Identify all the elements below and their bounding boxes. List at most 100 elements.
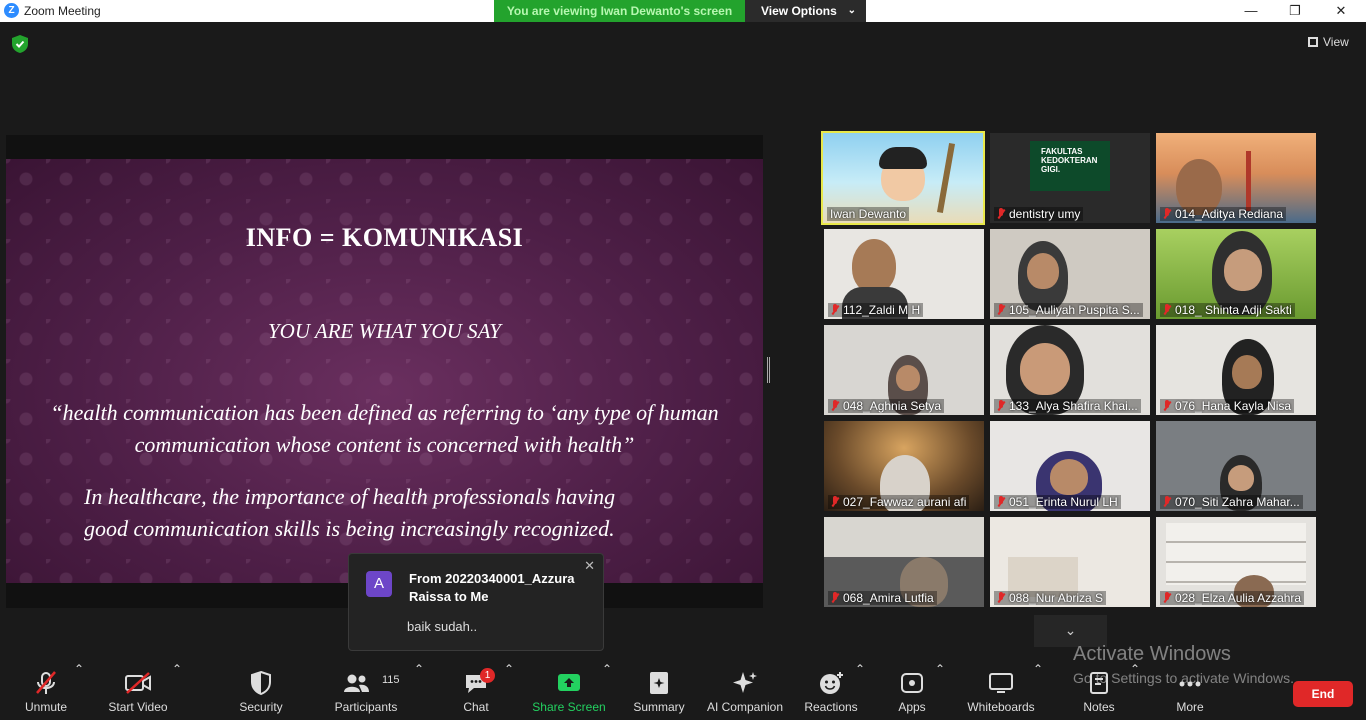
slide-body-line-1: In healthcare, the importance of health … [84, 484, 616, 509]
meeting-toolbar: Unmute ⌃ Start Video ⌃ Security 115 Part… [0, 662, 1366, 720]
participant-tile[interactable]: 070_Siti Zahra Mahar... [1156, 421, 1316, 511]
participant-tile[interactable]: 133_Alya Shafira Khai... [990, 325, 1150, 415]
participant-tile[interactable]: 105_Auliyah Puspita S... [990, 229, 1150, 319]
participant-name: dentistry umy [994, 207, 1084, 221]
start-video-button[interactable]: Start Video [104, 662, 172, 720]
participant-face [1020, 343, 1070, 395]
share-screen-icon [558, 674, 580, 691]
minimize-button[interactable]: — [1228, 0, 1274, 22]
maximize-button[interactable]: ❐ [1272, 0, 1318, 22]
encryption-shield-icon[interactable] [12, 35, 28, 53]
participant-name: Iwan Dewanto [827, 207, 910, 221]
whiteboards-button[interactable]: Whiteboards [962, 662, 1040, 720]
share-options-caret[interactable]: ⌃ [602, 662, 612, 720]
reactions-options-caret[interactable]: ⌃ [855, 662, 865, 720]
chevron-down-icon: ⌄ [1064, 622, 1077, 638]
muted-mic-icon [1163, 208, 1171, 219]
close-window-button[interactable]: ✕ [1318, 0, 1364, 22]
notes-button[interactable]: Notes [1076, 662, 1122, 720]
participant-name: 051_Erinta Nurul LH [994, 495, 1121, 509]
participant-tile[interactable]: 048_Aghnia Setya [824, 325, 984, 415]
bridge-tower [1246, 151, 1251, 211]
muted-mic-icon [997, 400, 1005, 411]
summary-icon [650, 672, 668, 694]
muted-mic-icon [831, 400, 839, 411]
muted-mic-icon [997, 592, 1005, 603]
view-grid-icon [1308, 37, 1318, 47]
participants-options-caret[interactable]: ⌃ [414, 662, 424, 720]
apps-button[interactable]: Apps [892, 662, 932, 720]
chat-notification[interactable]: A From 20220340001_Azzura Raissa to Me b… [348, 553, 604, 651]
notes-options-caret[interactable]: ⌃ [1130, 662, 1140, 720]
share-screen-button[interactable]: Share Screen [530, 662, 608, 720]
presentation-slide: INFO = KOMUNIKASI YOU ARE WHAT YOU SAY “… [6, 159, 763, 583]
participant-name: 027_Fawwaz aurani afi [828, 495, 970, 509]
resize-handle[interactable] [767, 357, 770, 383]
participant-face [1224, 249, 1262, 291]
muted-mic-icon [997, 304, 1005, 315]
participant-name: 076_Hana Kayla Nisa [1160, 399, 1295, 413]
bookshelf [1166, 523, 1306, 585]
video-off-icon [125, 672, 151, 694]
chat-sender: From 20220340001_Azzura Raissa to Me [409, 571, 575, 604]
participants-icon [344, 674, 369, 692]
notes-icon [1090, 672, 1108, 694]
chevron-down-icon: ⌄ [847, 5, 856, 16]
participant-tile[interactable]: Iwan Dewanto [821, 131, 985, 225]
whiteboards-options-caret[interactable]: ⌃ [1033, 662, 1043, 720]
zoom-meeting-window: Z Zoom Meeting You are viewing Iwan Dewa… [0, 0, 1366, 720]
participant-tile[interactable]: 088_Nur Abriza S [990, 517, 1150, 607]
summary-button[interactable]: Summary [630, 662, 688, 720]
slide-body: In healthcare, the importance of health … [6, 481, 763, 545]
participant-tile[interactable]: 027_Fawwaz aurani afi [824, 421, 984, 511]
muted-mic-icon [1163, 304, 1171, 315]
participant-tile[interactable]: 028_Elza Aulia Azzahra [1156, 517, 1316, 607]
participant-face [896, 365, 920, 391]
reactions-button[interactable]: Reactions [802, 662, 860, 720]
muted-mic-icon [831, 496, 839, 507]
viewing-banner: You are viewing Iwan Dewanto's screen Vi… [494, 0, 866, 22]
apps-options-caret[interactable]: ⌃ [935, 662, 945, 720]
participant-tile[interactable]: 076_Hana Kayla Nisa [1156, 325, 1316, 415]
ai-companion-button[interactable]: AI Companion [704, 662, 786, 720]
muted-mic-icon [1163, 592, 1171, 603]
video-options-caret[interactable]: ⌃ [172, 662, 182, 720]
participant-name: 048_Aghnia Setya [828, 399, 945, 413]
participant-name: 018_ Shinta Adji Sakti [1160, 303, 1295, 317]
more-dots-icon [1179, 681, 1201, 687]
participant-face [1050, 459, 1088, 495]
shared-screen: INFO = KOMUNIKASI YOU ARE WHAT YOU SAY “… [6, 135, 763, 608]
shield-icon [251, 670, 271, 696]
unmute-button[interactable]: Unmute [14, 662, 78, 720]
participant-tile[interactable]: 018_ Shinta Adji Sakti [1156, 229, 1316, 319]
participant-name: 014_Aditya Rediana [1160, 207, 1287, 221]
end-meeting-button[interactable]: End [1293, 681, 1353, 707]
chat-button[interactable]: 1 Chat [454, 662, 498, 720]
view-options-button[interactable]: View Options ⌄ [745, 0, 866, 22]
more-button[interactable]: More [1166, 662, 1214, 720]
view-label: View [1323, 35, 1349, 49]
muted-mic-icon [997, 208, 1005, 219]
participant-face [1232, 355, 1262, 389]
participant-name: 133_Alya Shafira Khai... [994, 399, 1141, 413]
participant-tile[interactable]: FAKULTAS KEDOKTERAN GIGI. dentistry umy [990, 133, 1150, 223]
muted-mic-icon [36, 671, 56, 694]
slide-subtitle: YOU ARE WHAT YOU SAY [268, 319, 501, 343]
audio-options-caret[interactable]: ⌃ [74, 662, 84, 720]
participant-tile[interactable]: 112_Zaldi M H [824, 229, 984, 319]
security-button[interactable]: Security [232, 662, 290, 720]
chat-options-caret[interactable]: ⌃ [504, 662, 514, 720]
muted-mic-icon [997, 496, 1005, 507]
view-button[interactable]: View [1308, 35, 1349, 49]
participant-tile[interactable]: 051_Erinta Nurul LH [990, 421, 1150, 511]
participant-tile[interactable]: 068_Amira Lutfia [824, 517, 984, 607]
participant-tile[interactable]: 014_Aditya Rediana [1156, 133, 1316, 223]
muted-mic-icon [1163, 496, 1171, 507]
participants-button[interactable]: 115 Participants [330, 662, 402, 720]
participant-name: 105_Auliyah Puspita S... [994, 303, 1143, 317]
chat-message: baik sudah.. [407, 619, 478, 634]
participant-face [1228, 465, 1254, 491]
participant-name: 088_Nur Abriza S [994, 591, 1107, 605]
view-options-label: View Options [761, 4, 837, 18]
close-icon[interactable]: ✕ [584, 558, 595, 574]
